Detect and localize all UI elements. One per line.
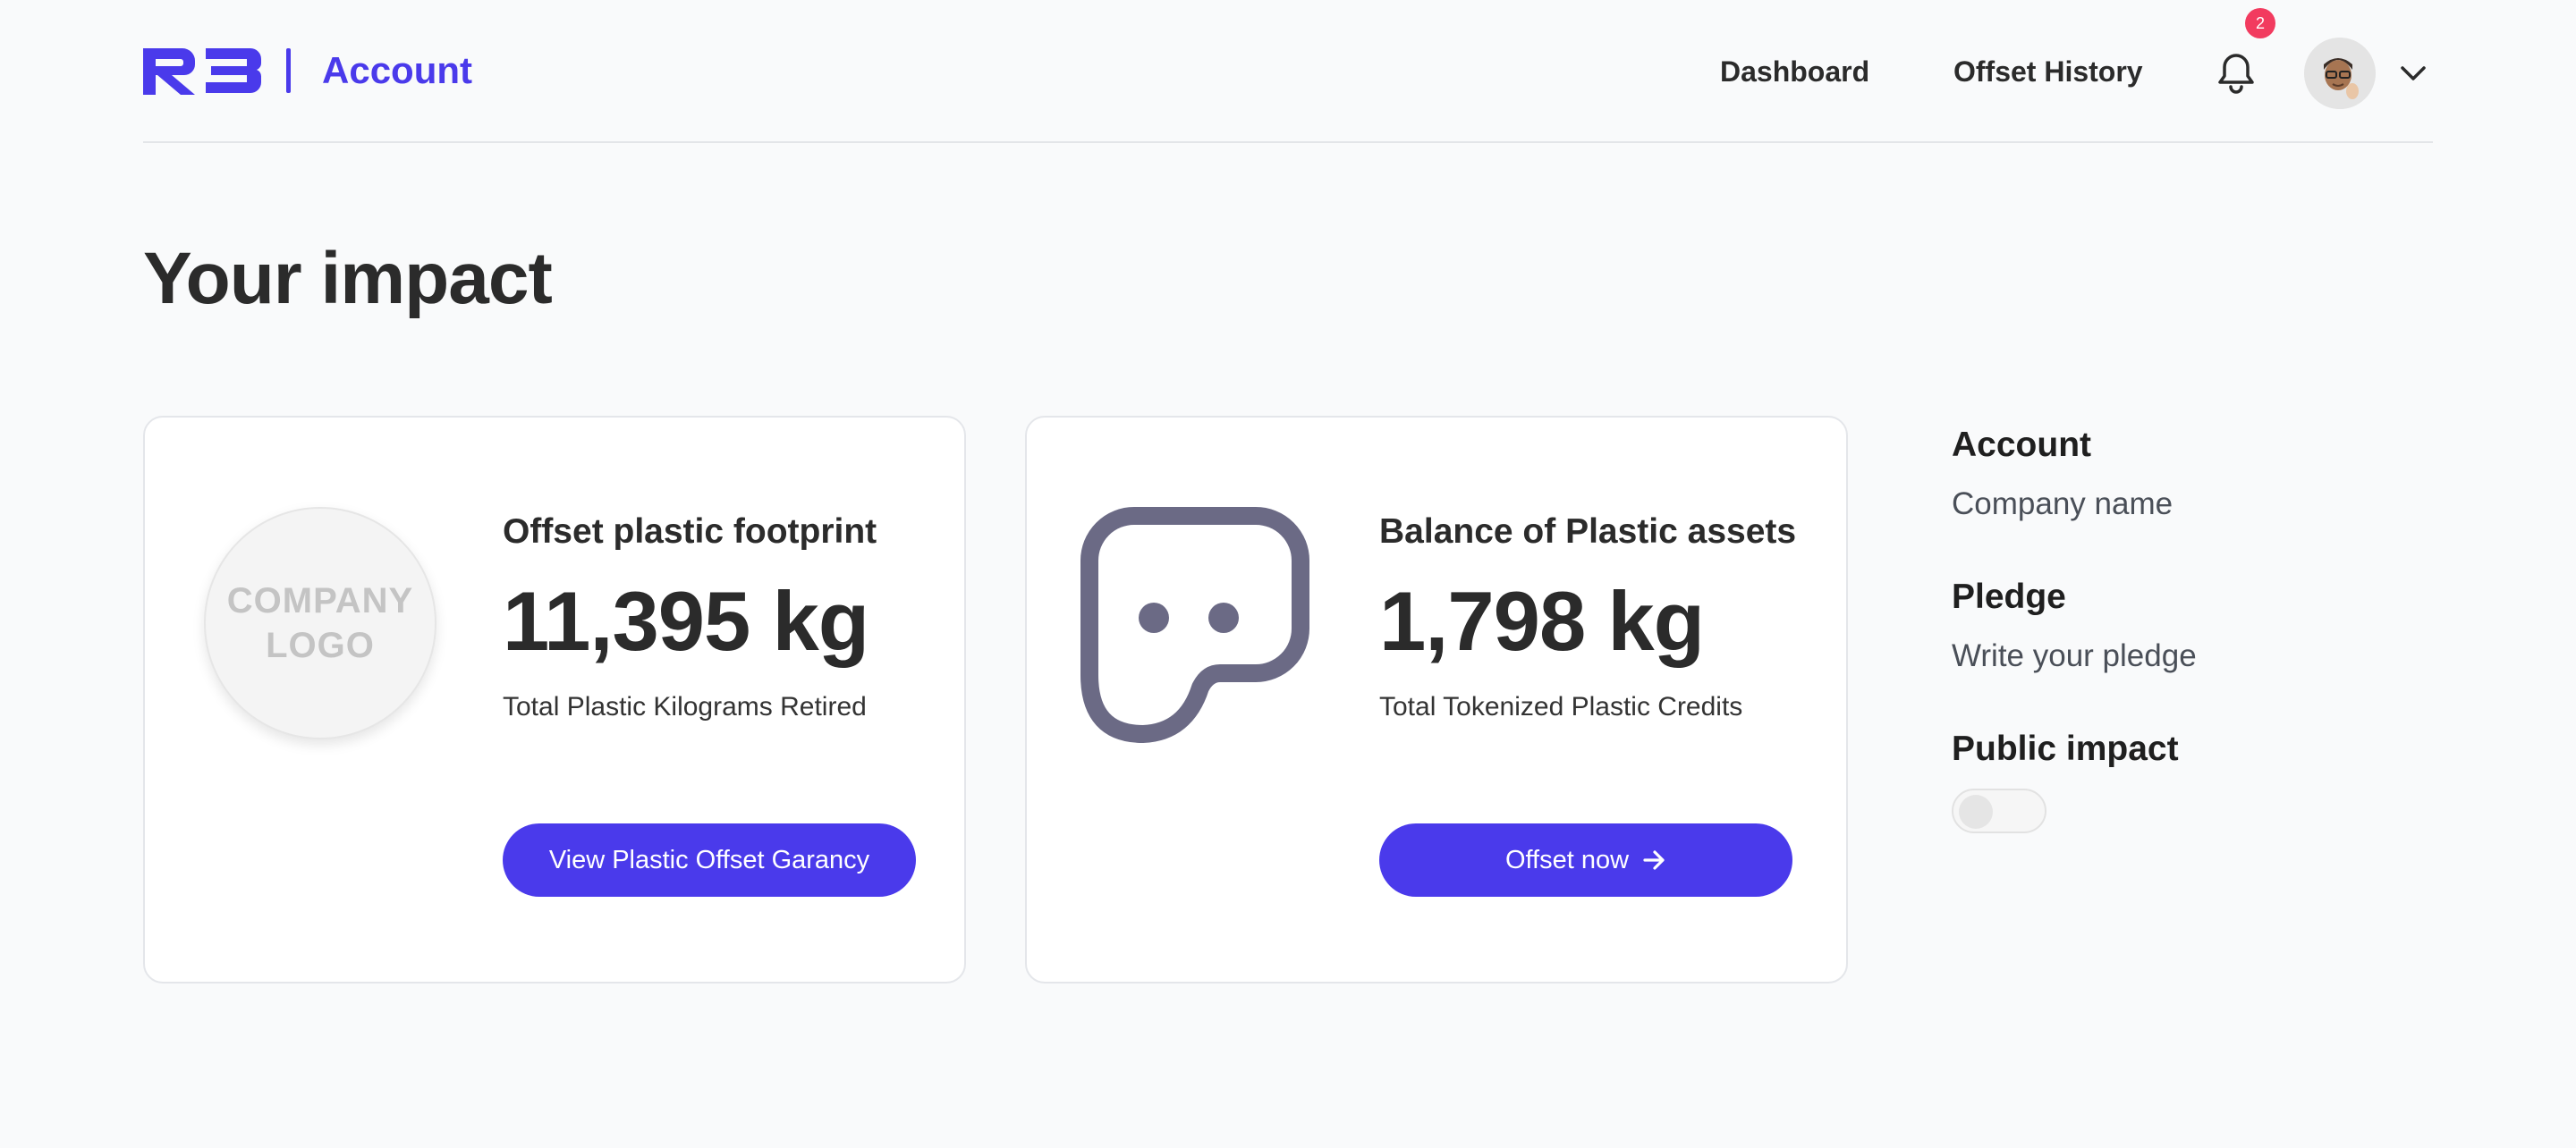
page-title: Your impact (143, 238, 553, 319)
company-logo-text-line2: LOGO (266, 626, 375, 665)
pledge-label: Pledge (1952, 578, 2066, 616)
chevron-down-icon[interactable] (2397, 61, 2429, 84)
offset-footprint-card: COMPANY LOGO Offset plastic footprint 11… (143, 416, 966, 983)
button-label: View Plastic Offset Garancy (548, 846, 870, 874)
nav-offset-history-link[interactable]: Offset History (1953, 50, 2143, 93)
offset-now-button[interactable]: Offset now (1379, 823, 1792, 897)
account-label: Account (1952, 426, 2091, 464)
logo-divider (286, 48, 291, 93)
card-subtitle: Total Plastic Kilograms Retired (503, 692, 867, 722)
view-offset-garancy-button[interactable]: View Plastic Offset Garancy (503, 823, 916, 897)
company-logo-text-line1: COMPANY (226, 581, 414, 620)
account-side-panel: Account Company name Pledge Write your p… (1952, 420, 2417, 833)
account-page: Account Dashboard Offset History 2 Your … (0, 0, 2576, 1148)
card-text-block: Balance of Plastic assets 1,798 kg Total… (1379, 507, 1826, 725)
card-heading: Offset plastic footprint (503, 512, 877, 551)
card-subtitle: Total Tokenized Plastic Credits (1379, 692, 1743, 722)
arrow-right-icon (1643, 850, 1665, 870)
avatar[interactable] (2304, 38, 2376, 109)
public-impact-label: Public impact (1952, 730, 2179, 768)
card-value: 1,798 kg (1379, 574, 1705, 668)
card-value: 11,395 kg (503, 574, 869, 668)
company-logo-placeholder: COMPANY LOGO (204, 507, 436, 739)
plastic-balance-card: Balance of Plastic assets 1,798 kg Total… (1025, 416, 1848, 983)
nav-dashboard-link[interactable]: Dashboard (1720, 50, 1869, 93)
plastic-mascot-icon (1080, 507, 1309, 743)
public-impact-toggle[interactable] (1952, 789, 2046, 833)
toggle-knob (1959, 795, 1993, 829)
button-label: Offset now (1504, 846, 1630, 874)
notification-badge: 2 (2245, 8, 2275, 38)
avatar-memoji-icon (2304, 38, 2376, 109)
brand-title: Account (322, 49, 472, 91)
card-heading: Balance of Plastic assets (1379, 512, 1797, 551)
bell-icon[interactable] (2215, 50, 2258, 95)
card-text-block: Offset plastic footprint 11,395 kg Total… (503, 507, 950, 725)
r3-logo[interactable] (143, 45, 263, 97)
pledge-value[interactable]: Write your pledge (1952, 633, 2417, 680)
top-nav-bar: Account Dashboard Offset History 2 (143, 0, 2433, 143)
company-name-value[interactable]: Company name (1952, 481, 2417, 528)
